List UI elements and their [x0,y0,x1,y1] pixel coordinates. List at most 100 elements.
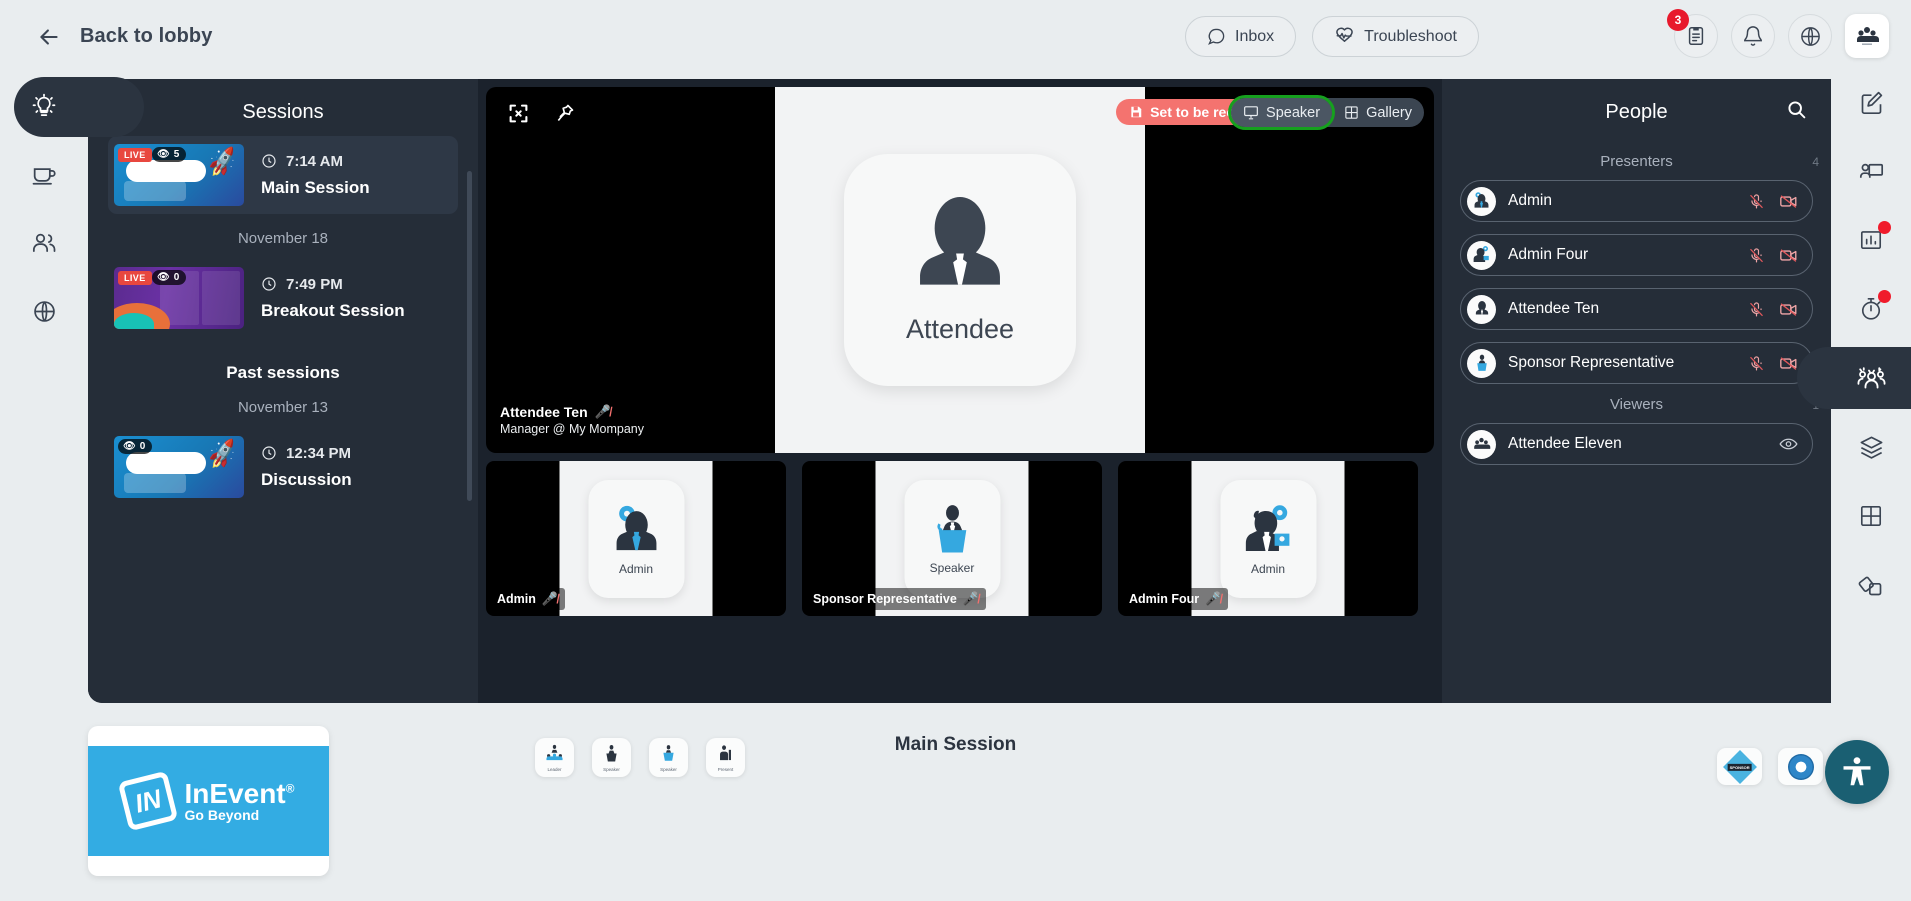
people-panel: People Presenters 4 Admin Admin Four Att… [1442,79,1831,703]
mic-muted-icon[interactable] [1748,247,1765,264]
session-item-breakout[interactable]: LIVE 👁 0 7:49 PM Breakout Session [108,259,458,337]
main-video-tile[interactable]: Attendee Attendee Ten 🎤̸ Manager @ My Mo… [486,87,1434,453]
tool-layers[interactable] [1831,418,1911,476]
avatar-tile-audience[interactable]: Leader [535,738,574,777]
rocket-icon: 🚀 [205,438,241,471]
back-arrow-icon [40,28,58,45]
pin-icon[interactable] [555,103,575,129]
camera-off-icon[interactable] [1779,301,1798,318]
session-item-main[interactable]: 🚀 LIVE 👁 5 7:14 AM Main Session [108,136,458,214]
avatar-tile-podium[interactable]: Speaker [592,738,631,777]
main-shell: Sessions 🚀 LIVE 👁 5 7:14 AM Main Session… [88,79,1831,703]
notes-button[interactable]: 3 [1667,9,1718,58]
past-sessions-label: Past sessions [226,363,340,382]
accessibility-button[interactable] [1825,740,1889,804]
sponsor-logo-card[interactable]: IN InEvent® Go Beyond [88,726,329,876]
speaker-view-label: Speaker [1266,104,1321,121]
troubleshoot-button[interactable]: Troubleshoot [1312,16,1479,57]
audience-icon [545,744,564,766]
session-time-row: 12:34 PM [261,445,352,462]
inevent-mark-icon: IN [117,770,178,832]
camera-off-icon[interactable] [1779,193,1798,210]
person-name: Attendee Eleven [1508,435,1622,452]
sessions-panel: Sessions 🚀 LIVE 👁 5 7:14 AM Main Session… [88,79,478,703]
sessions-scrollbar[interactable] [467,171,472,501]
language-button[interactable] [1788,14,1832,58]
sidebar-item-website[interactable] [0,277,88,345]
avatar-tile-podium-blue[interactable]: Speaker [649,738,688,777]
search-icon [1788,101,1806,119]
tool-polls[interactable] [1831,211,1911,269]
participant-tile-admin[interactable]: Admin Admin 🎤̸ [486,461,786,616]
participant-name: Admin [497,592,536,606]
person-name: Attendee Ten [1508,300,1600,317]
tool-cards[interactable] [1831,556,1911,614]
people-group-icon [1857,366,1885,388]
sidebar-item-networking[interactable] [0,141,88,209]
session-time: 7:49 PM [286,275,343,293]
notifications-button[interactable] [1731,14,1775,58]
eye-icon: 👁 [157,149,170,160]
person-row-admin[interactable]: Admin [1460,180,1813,222]
coffee-cup-icon [32,168,56,185]
inbox-label: Inbox [1235,27,1275,45]
video-stage: Attendee Attendee Ten 🎤̸ Manager @ My Mo… [478,79,1442,703]
tool-people[interactable] [1797,347,1911,409]
camera-off-icon[interactable] [1779,247,1798,264]
bottom-avatar-tiles: Leader Speaker Speaker Present [535,738,745,777]
tool-screen-share[interactable] [1831,142,1911,200]
session-name: Discussion [261,469,352,489]
globe-icon [1800,26,1820,46]
back-to-lobby-label: Back to lobby [80,25,213,47]
inevent-wordmark: InEvent® Go Beyond [185,779,295,823]
mic-muted-icon[interactable] [1748,301,1765,318]
inevent-logo: IN InEvent® Go Beyond [88,746,329,856]
sponsor-badge-card[interactable]: SPONSOR [1717,748,1762,785]
attendee-avatar [1467,294,1496,324]
sidebar-item-attendees[interactable] [0,209,88,277]
person-row-attendee-eleven[interactable]: Attendee Eleven [1460,423,1813,465]
session-thumbnail: LIVE 👁 0 [114,267,244,329]
inbox-button[interactable]: Inbox [1185,16,1297,57]
people-title: People [1605,100,1668,123]
view-mode-toggle: Speaker Gallery [1228,95,1424,130]
mic-muted-icon: 🎤̸ [541,591,559,606]
sidebar-item-sessions[interactable] [0,73,144,141]
camera-off-icon[interactable] [1779,355,1798,372]
trademark: ® [285,781,295,796]
tool-timer[interactable] [1831,280,1911,338]
session-time: 7:14 AM [286,152,343,170]
gallery-view-button[interactable]: Gallery [1332,98,1424,127]
mic-muted-icon[interactable] [1748,193,1765,210]
search-people-button[interactable] [1786,99,1807,125]
person-row-admin-four[interactable]: Admin Four [1460,234,1813,276]
podium-icon [602,744,621,766]
gear-logo-card[interactable] [1778,748,1823,785]
people-header: People [1442,79,1831,145]
person-row-sponsor-representative[interactable]: Sponsor Representative [1460,342,1813,384]
inevent-name: InEvent [184,777,286,809]
speaker-view-button[interactable]: Speaker [1228,95,1336,130]
participant-tile-sponsor[interactable]: Speaker Sponsor Representative 🎤̸ [802,461,1102,616]
fullscreen-icon[interactable] [508,103,529,129]
person-name: Admin Four [1508,246,1589,263]
live-badge: LIVE [118,271,152,285]
participant-name: Attendee Ten [500,404,588,420]
grid-layout-icon [1860,505,1882,527]
heart-pulse-icon [1336,27,1353,42]
person-row-attendee-ten[interactable]: Attendee Ten [1460,288,1813,330]
person-status-icons [1748,301,1798,318]
group-header-viewers: Viewers 1 [1442,396,1831,413]
tool-notes[interactable] [1831,73,1911,131]
avatar-tile-presenter[interactable]: Present [706,738,745,777]
left-rail [0,73,144,901]
tool-layout[interactable] [1831,487,1911,545]
audience-button[interactable] [1845,14,1889,58]
session-item-discussion[interactable]: 🚀 👁 0 12:34 PM Discussion [108,428,458,506]
eye-icon[interactable] [1779,437,1798,451]
participant-tile-admin-four[interactable]: Admin Admin Four 🎤̸ [1118,461,1418,616]
mic-muted-icon[interactable] [1748,355,1765,372]
podium-speaker-icon [1476,354,1487,371]
person-status-icons [1748,193,1798,210]
back-to-lobby-button[interactable]: Back to lobby [36,24,212,50]
